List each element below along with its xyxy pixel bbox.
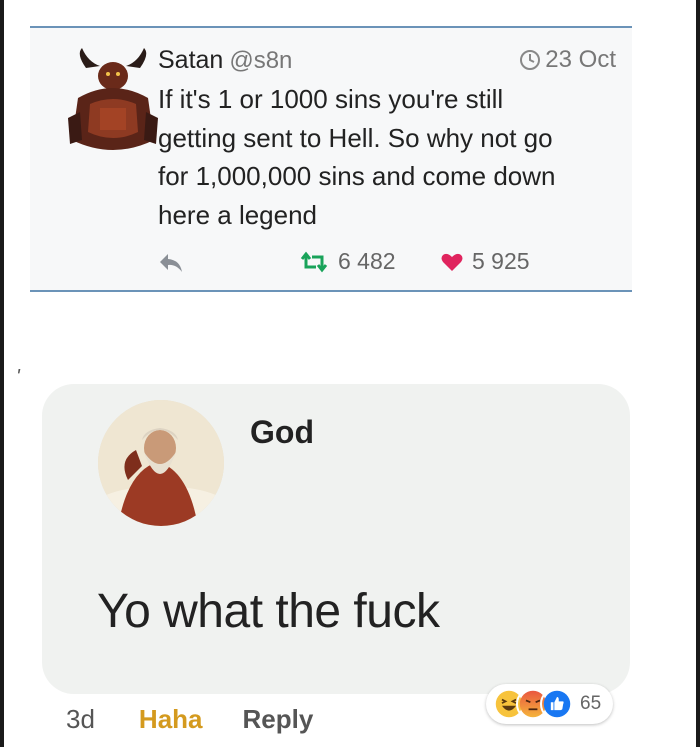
god-avatar-image [98,400,224,526]
like-emoji-icon [540,687,574,721]
like-count: 5 925 [472,248,530,274]
god-avatar[interactable] [98,400,224,526]
tweet-line: for 1,000,000 sins and come down [158,161,556,191]
comment-time[interactable]: 3d [66,704,95,735]
tweet-card: Satan @s8n 23 Oct If it's 1 or 1000 sins … [30,26,632,292]
tweet-line: If it's 1 or 1000 sins you're still [158,84,504,114]
stray-mark: ' [16,366,20,388]
author-handle[interactable]: @s8n [229,47,292,74]
tweet-timestamp[interactable]: 23 Oct [519,46,616,74]
reply-icon[interactable] [158,252,184,274]
comment-meta: 3d Haha Reply [66,702,313,736]
retweet-button[interactable]: 6 482 [298,248,396,275]
tweet-header: Satan @s8n 23 Oct [158,46,616,78]
reply-button[interactable]: Reply [243,704,314,735]
author-name[interactable]: Satan [158,46,223,74]
tweet-line: getting sent to Hell. So why not go [158,122,553,153]
comment-author[interactable]: God [250,414,314,451]
retweet-count: 6 482 [338,248,396,274]
reaction-count: 65 [580,693,602,714]
comment-bubble: God Yo what the fuck [42,384,630,694]
haha-button[interactable]: Haha [139,704,203,735]
tweet-actions: 6 482 5 925 [158,248,618,280]
retweet-icon [300,251,328,272]
left-frame-border [0,0,4,747]
like-button[interactable]: 5 925 [440,248,530,275]
reactions-summary[interactable]: 65 [486,684,614,724]
right-frame-border [696,0,700,747]
timestamp-text: 23 Oct [545,46,616,73]
heart-icon [441,253,463,271]
comment-text: Yo what the fuck [97,585,440,638]
tweet-line: here a legend [158,199,318,230]
devil-avatar[interactable] [68,48,158,160]
clock-icon [520,50,541,70]
tweet-body: If it's 1 or 1000 sins you're still gett… [158,80,618,234]
